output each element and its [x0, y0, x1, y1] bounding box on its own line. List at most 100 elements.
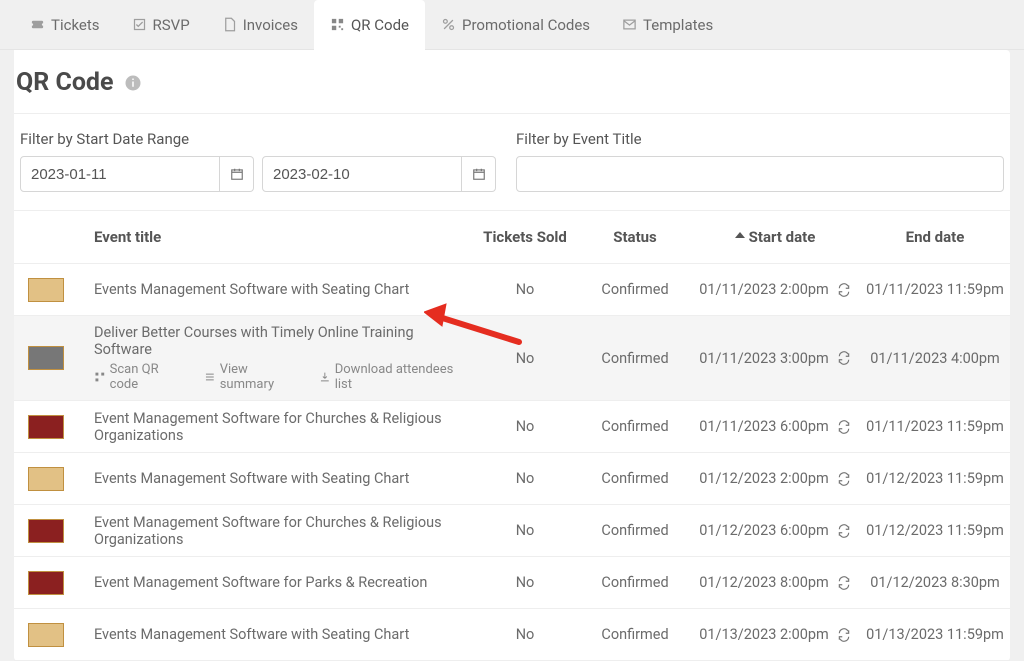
tab-qrcode[interactable]: QR Code [314, 0, 425, 50]
calendar-icon [230, 167, 244, 181]
event-thumbnail [28, 415, 64, 439]
tickets-sold-cell: No [470, 418, 580, 435]
end-date-input[interactable] [262, 156, 462, 192]
col-end-header[interactable]: End date [860, 228, 1010, 246]
tabs-bar: Tickets RSVP Invoices QR Code Promotiona… [0, 0, 1024, 50]
event-title: Event Management Software for Parks & Re… [94, 574, 470, 591]
start-date-cell: 01/12/2023 6:00pm [690, 522, 860, 539]
end-date-cell: 01/13/2023 11:59pm [860, 626, 1010, 643]
download-attendees-action[interactable]: Download attendees list [319, 362, 470, 392]
download-label: Download attendees list [335, 362, 470, 392]
table-row[interactable]: Event Management Software for Churches &… [14, 505, 1010, 557]
col-start-header[interactable]: Start date [690, 228, 860, 246]
recurring-icon [837, 576, 851, 590]
recurring-icon [837, 524, 851, 538]
tickets-sold-cell: No [470, 350, 580, 367]
col-start-label: Start date [749, 228, 816, 246]
status-cell: Confirmed [580, 522, 690, 539]
start-date-cell: 01/11/2023 2:00pm [690, 281, 860, 298]
start-date-cell: 01/12/2023 8:00pm [690, 574, 860, 591]
tab-label: QR Code [351, 16, 409, 34]
table-row[interactable]: Event Management Software for Parks & Re… [14, 557, 1010, 609]
download-icon [319, 371, 331, 383]
event-title: Events Management Software with Seating … [94, 470, 470, 487]
end-date-cell: 01/12/2023 8:30pm [860, 574, 1010, 591]
envelope-icon [622, 17, 637, 32]
tickets-sold-cell: No [470, 522, 580, 539]
end-date-cell: 01/11/2023 4:00pm [860, 350, 1010, 367]
start-date-input[interactable] [20, 156, 220, 192]
tickets-sold-cell: No [470, 470, 580, 487]
event-title: Events Management Software with Seating … [94, 281, 470, 298]
table-row[interactable]: Events Management Software with Seating … [14, 264, 1010, 316]
title-filter-label: Filter by Event Title [516, 130, 1004, 148]
end-date-cell: 01/12/2023 11:59pm [860, 522, 1010, 539]
event-thumbnail [28, 519, 64, 543]
title-filter-input[interactable] [516, 156, 1004, 192]
status-cell: Confirmed [580, 418, 690, 435]
recurring-icon [837, 472, 851, 486]
start-date-cell: 01/11/2023 6:00pm [690, 418, 860, 435]
checkbox-icon [132, 17, 147, 32]
tab-label: RSVP [153, 16, 190, 34]
col-sold-header[interactable]: Tickets Sold [470, 228, 580, 246]
list-icon [204, 371, 216, 383]
qrcode-icon [330, 17, 345, 32]
status-cell: Confirmed [580, 626, 690, 643]
scan-label: Scan QR code [110, 362, 188, 392]
view-summary-action[interactable]: View summary [204, 362, 303, 392]
event-thumbnail [28, 278, 64, 302]
status-cell: Confirmed [580, 470, 690, 487]
tickets-sold-cell: No [470, 281, 580, 298]
status-cell: Confirmed [580, 574, 690, 591]
info-icon[interactable] [124, 74, 142, 92]
start-date-cell: 01/12/2023 2:00pm [690, 470, 860, 487]
event-thumbnail [28, 571, 64, 595]
tickets-sold-cell: No [470, 574, 580, 591]
end-date-cell: 01/11/2023 11:59pm [860, 418, 1010, 435]
ticket-icon [30, 17, 45, 32]
tickets-sold-cell: No [470, 626, 580, 643]
percent-icon [441, 17, 456, 32]
event-thumbnail [28, 346, 64, 370]
scan-qr-action[interactable]: Scan QR code [94, 362, 188, 392]
tab-promo[interactable]: Promotional Codes [425, 0, 606, 50]
tab-rsvp[interactable]: RSVP [116, 0, 206, 50]
qrcode-icon [94, 371, 106, 383]
file-icon [222, 17, 237, 32]
start-date-cell: 01/13/2023 2:00pm [690, 626, 860, 643]
tab-label: Invoices [243, 16, 298, 34]
end-date-picker-button[interactable] [462, 156, 496, 192]
table-row[interactable]: Events Management Software with Seating … [14, 609, 1010, 661]
date-filter-label: Filter by Start Date Range [20, 130, 496, 148]
summary-label: View summary [220, 362, 303, 392]
tab-invoices[interactable]: Invoices [206, 0, 314, 50]
table-row[interactable]: Deliver Better Courses with Timely Onlin… [14, 316, 1010, 401]
tab-templates[interactable]: Templates [606, 0, 729, 50]
events-table: Event title Tickets Sold Status Start da… [14, 210, 1010, 661]
status-cell: Confirmed [580, 350, 690, 367]
status-cell: Confirmed [580, 281, 690, 298]
tab-label: Promotional Codes [462, 16, 590, 34]
tab-tickets[interactable]: Tickets [14, 0, 116, 50]
table-row[interactable]: Events Management Software with Seating … [14, 453, 1010, 505]
col-title-header[interactable]: Event title [94, 228, 470, 246]
table-row[interactable]: Event Management Software for Churches &… [14, 401, 1010, 453]
event-title: Event Management Software for Churches &… [94, 410, 470, 444]
sort-asc-icon [735, 232, 745, 242]
start-date-picker-button[interactable] [220, 156, 254, 192]
tab-label: Templates [643, 16, 713, 34]
end-date-cell: 01/11/2023 11:59pm [860, 281, 1010, 298]
event-thumbnail [28, 623, 64, 647]
recurring-icon [837, 351, 851, 365]
table-header: Event title Tickets Sold Status Start da… [14, 210, 1010, 264]
recurring-icon [837, 628, 851, 642]
tab-label: Tickets [51, 16, 100, 34]
calendar-icon [472, 167, 486, 181]
event-title: Events Management Software with Seating … [94, 626, 470, 643]
content-panel: QR Code Filter by Start Date Range [14, 50, 1010, 661]
end-date-cell: 01/12/2023 11:59pm [860, 470, 1010, 487]
start-date-cell: 01/11/2023 3:00pm [690, 350, 860, 367]
col-status-header[interactable]: Status [580, 228, 690, 246]
event-title: Deliver Better Courses with Timely Onlin… [94, 324, 470, 358]
